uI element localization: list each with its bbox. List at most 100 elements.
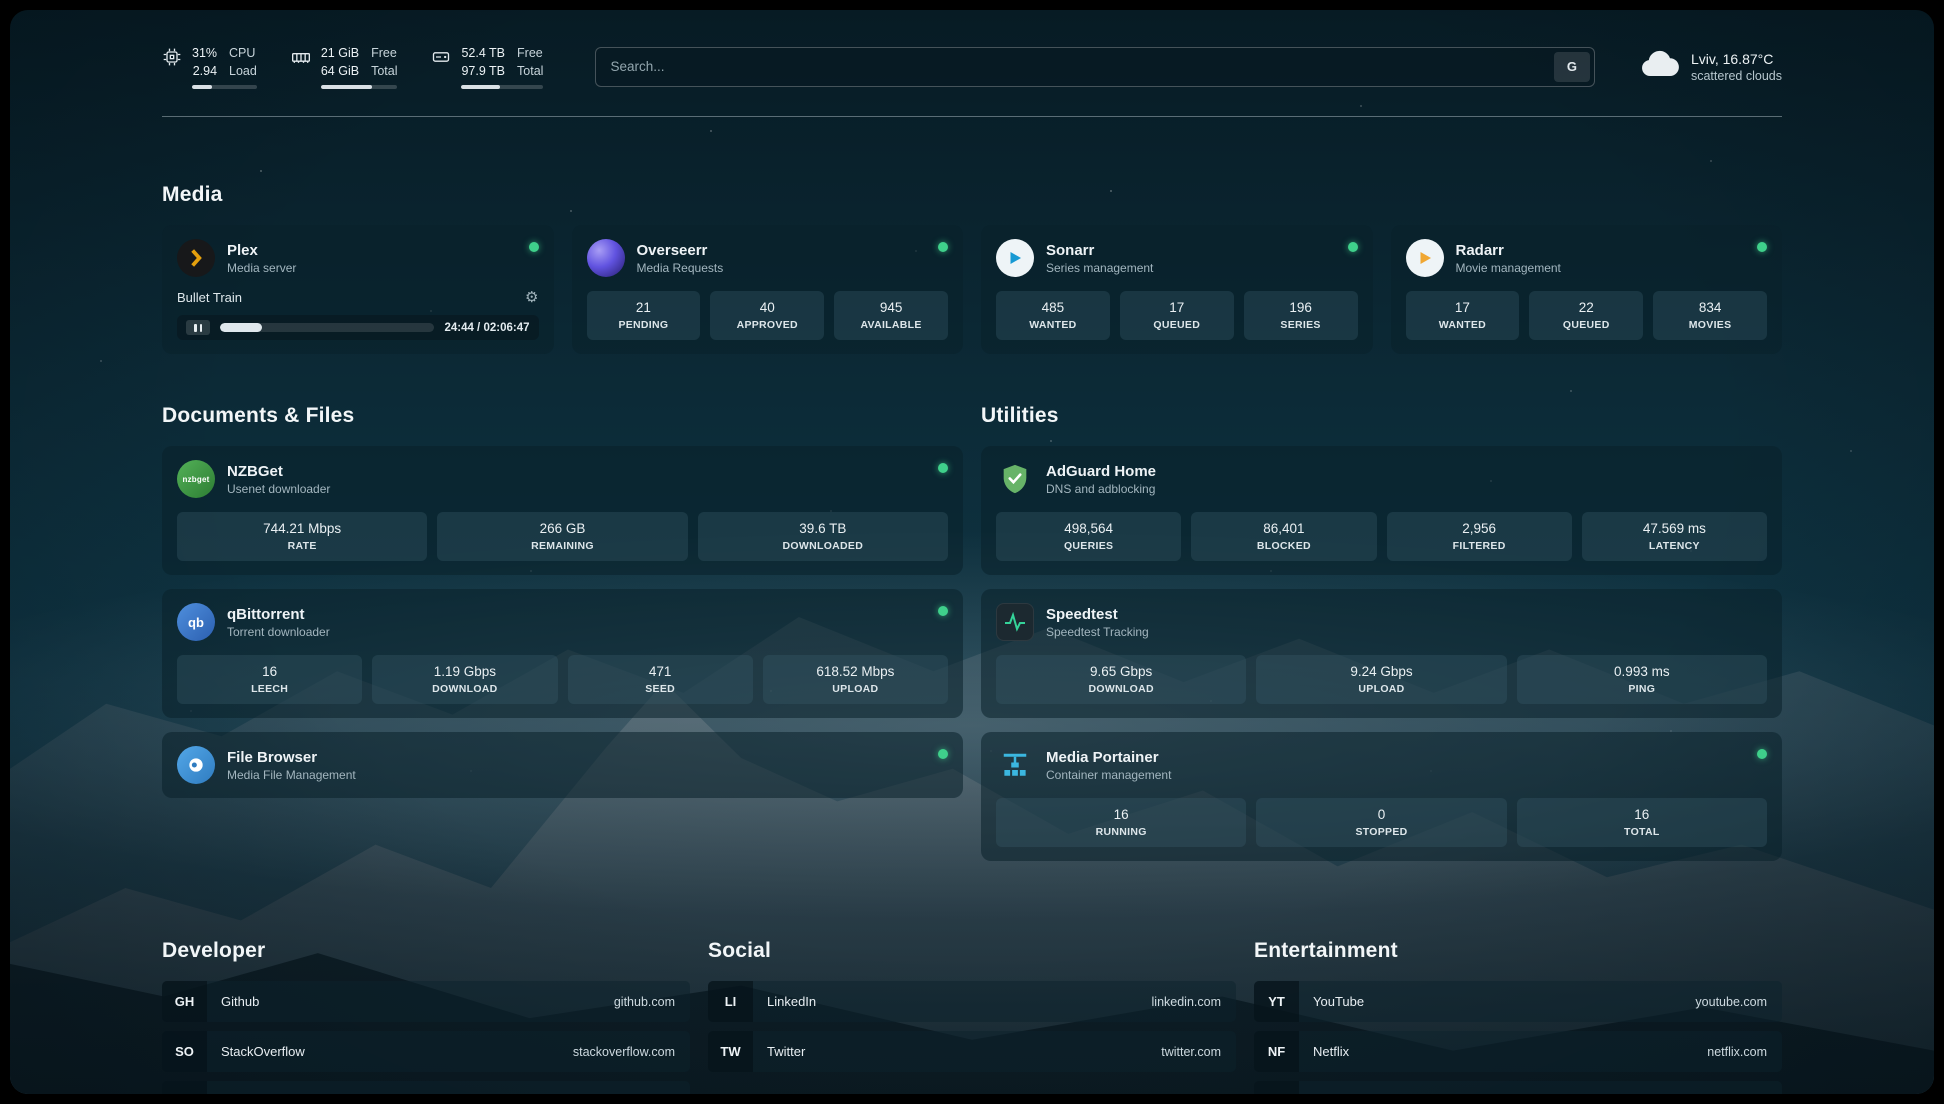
cpu-progress-bar [192, 85, 257, 89]
stat-ping: 0.993 ms PING [1517, 655, 1767, 704]
system-monitors: 31% 2.94 CPU Load [162, 44, 543, 89]
nzbget-icon: nzbget [177, 460, 215, 498]
stat-wanted: 17 WANTED [1406, 291, 1520, 340]
status-dot [1348, 242, 1358, 252]
app-card-radarr[interactable]: Radarr Movie management 17 WANTED 22 QUE… [1391, 225, 1783, 354]
reddit-icon: RE [1254, 1081, 1299, 1094]
app-subtitle: Media File Management [227, 768, 356, 782]
section-title-developer: Developer [162, 939, 690, 963]
stat-available: 945 AVAILABLE [834, 291, 948, 340]
bookmark-twitter[interactable]: TW Twitter twitter.com [708, 1031, 1236, 1072]
stat-series: 196 SERIES [1244, 291, 1358, 340]
qbittorrent-icon: qb [177, 603, 215, 641]
stat-queued: 22 QUEUED [1529, 291, 1643, 340]
ram-free-value: 21 GiB [321, 44, 359, 62]
app-card-overseerr[interactable]: Overseerr Media Requests 21 PENDING 40 A… [572, 225, 964, 354]
stat-total: 16 TOTAL [1517, 798, 1767, 847]
app-name: Overseerr [637, 242, 724, 259]
filebrowser-icon [177, 746, 215, 784]
app-card-plex[interactable]: Plex Media server Bullet Train ⚙ 24:44 /… [162, 225, 554, 354]
app-name: qBittorrent [227, 606, 330, 623]
app-subtitle: Container management [1046, 768, 1171, 782]
gear-icon[interactable]: ⚙ [525, 288, 538, 306]
weather-location: Lviv, 16.87°C [1691, 51, 1782, 67]
stat-movies: 834 MOVIES [1653, 291, 1767, 340]
cpu-icon [162, 47, 182, 72]
ram-icon [291, 47, 311, 72]
sonarr-icon [996, 239, 1034, 277]
stat-upload: 9.24 Gbps UPLOAD [1256, 655, 1506, 704]
stat-filtered: 2,956 FILTERED [1387, 512, 1572, 561]
stat-remaining: 266 GB REMAINING [437, 512, 687, 561]
status-dot [938, 242, 948, 252]
playback-progress-bar[interactable] [220, 323, 434, 332]
ram-progress-bar [321, 85, 398, 89]
section-developer: Developer GH Github github.com SO StackO… [162, 939, 690, 1094]
bookmark-netflix[interactable]: NF Netflix netflix.com [1254, 1031, 1782, 1072]
app-subtitle: Media Requests [637, 261, 724, 275]
netflix-icon: NF [1254, 1031, 1299, 1072]
section-title-entertainment: Entertainment [1254, 939, 1782, 963]
ram-widget: 21 GiB 64 GiB Free Total [291, 44, 398, 89]
dashboard-page: 31% 2.94 CPU Load [10, 10, 1934, 1094]
ram-total-label: Total [371, 62, 397, 80]
disk-icon [431, 47, 451, 72]
status-dot [938, 749, 948, 759]
search-engine-button[interactable]: G [1554, 52, 1590, 82]
cpu-label: CPU [229, 44, 255, 62]
section-social: Social LI LinkedIn linkedin.com TW Twitt… [708, 939, 1236, 1094]
app-card-portainer[interactable]: Media Portainer Container management 16 … [981, 732, 1782, 861]
linkedin-icon: LI [708, 981, 753, 1022]
app-card-nzbget[interactable]: nzbget NZBGet Usenet downloader 744.21 M… [162, 446, 963, 575]
stat-approved: 40 APPROVED [710, 291, 824, 340]
weather-condition: scattered clouds [1691, 69, 1782, 83]
cpu-load-value: 2.94 [193, 62, 217, 80]
app-card-adguard[interactable]: AdGuard Home DNS and adblocking 498,564 … [981, 446, 1782, 575]
stat-download: 9.65 Gbps DOWNLOAD [996, 655, 1246, 704]
stat-pending: 21 PENDING [587, 291, 701, 340]
app-name: NZBGet [227, 463, 330, 480]
status-dot [529, 242, 539, 252]
app-name: Plex [227, 242, 296, 259]
pause-button[interactable] [186, 320, 210, 335]
app-card-speedtest[interactable]: Speedtest Speedtest Tracking 9.65 Gbps D… [981, 589, 1782, 718]
app-subtitle: Usenet downloader [227, 482, 330, 496]
section-media: Media Plex Media server Bullet [162, 183, 1782, 354]
cpu-load-label: Load [229, 62, 257, 80]
app-card-sonarr[interactable]: Sonarr Series management 485 WANTED 17 Q… [981, 225, 1373, 354]
adguard-icon [996, 460, 1034, 498]
bookmark-youtube[interactable]: YT YouTube youtube.com [1254, 981, 1782, 1022]
weather-widget: Lviv, 16.87°C scattered clouds [1639, 50, 1782, 83]
stat-blocked: 86,401 BLOCKED [1191, 512, 1376, 561]
status-dot [938, 463, 948, 473]
disk-total-value: 97.9 TB [461, 62, 505, 80]
disk-free-label: Free [517, 44, 543, 62]
disk-widget: 52.4 TB 97.9 TB Free Total [431, 44, 543, 89]
section-title-utilities: Utilities [981, 404, 1782, 428]
bookmark-reddit[interactable]: RE Reddit reddit.com [1254, 1081, 1782, 1094]
search-input[interactable] [595, 47, 1595, 87]
app-subtitle: DNS and adblocking [1046, 482, 1156, 496]
app-name: Speedtest [1046, 606, 1149, 623]
section-title-documents: Documents & Files [162, 404, 963, 428]
stat-upload: 618.52 Mbps UPLOAD [763, 655, 948, 704]
stat-downloaded: 39.6 TB DOWNLOADED [698, 512, 948, 561]
dev-icon: DT [162, 1081, 207, 1094]
stat-stopped: 0 STOPPED [1256, 798, 1506, 847]
section-title-media: Media [162, 183, 1782, 207]
stat-wanted: 485 WANTED [996, 291, 1110, 340]
section-utilities: Utilities AdGuard Home DNS and adblockin… [981, 404, 1782, 875]
bookmark-dev[interactable]: DT DEV dev.to [162, 1081, 690, 1094]
disk-total-label: Total [517, 62, 543, 80]
stat-latency: 47.569 ms LATENCY [1582, 512, 1767, 561]
bookmark-stackoverflow[interactable]: SO StackOverflow stackoverflow.com [162, 1031, 690, 1072]
bookmark-linkedin[interactable]: LI LinkedIn linkedin.com [708, 981, 1236, 1022]
app-card-qbittorrent[interactable]: qb qBittorrent Torrent downloader 16 LEE… [162, 589, 963, 718]
header-bar: 31% 2.94 CPU Load [162, 44, 1782, 89]
app-card-filebrowser[interactable]: File Browser Media File Management [162, 732, 963, 798]
app-frame: 31% 2.94 CPU Load [0, 0, 1944, 1104]
cpu-widget: 31% 2.94 CPU Load [162, 44, 257, 89]
cloud-icon [1639, 50, 1679, 83]
stat-download: 1.19 Gbps DOWNLOAD [372, 655, 557, 704]
bookmark-github[interactable]: GH Github github.com [162, 981, 690, 1022]
